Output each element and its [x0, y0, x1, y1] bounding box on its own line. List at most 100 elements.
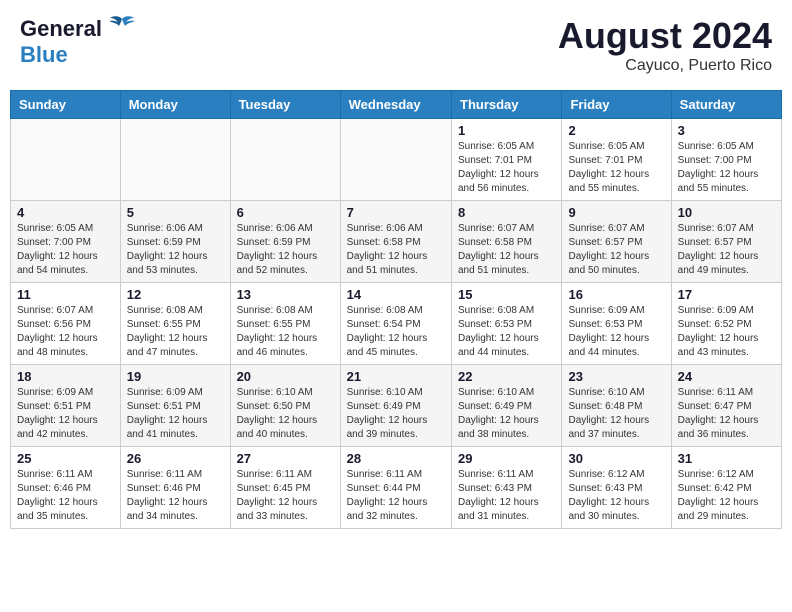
day-info: Sunrise: 6:05 AM Sunset: 7:00 PM Dayligh…	[678, 140, 775, 196]
day-info: Sunrise: 6:11 AM Sunset: 6:45 PM Dayligh…	[237, 468, 334, 524]
day-number: 20	[237, 369, 334, 384]
day-number: 7	[347, 205, 445, 220]
day-info: Sunrise: 6:11 AM Sunset: 6:43 PM Dayligh…	[458, 468, 555, 524]
day-number: 12	[127, 287, 224, 302]
day-info: Sunrise: 6:09 AM Sunset: 6:52 PM Dayligh…	[678, 304, 775, 360]
calendar-cell: 10Sunrise: 6:07 AM Sunset: 6:57 PM Dayli…	[671, 201, 781, 283]
day-number: 1	[458, 123, 555, 138]
calendar-cell: 6 Sunrise: 6:06 AM Sunset: 6:59 PM Daylig…	[230, 201, 340, 283]
logo: General Blue	[20, 15, 136, 68]
calendar-cell: 27 Sunrise: 6:11 AM Sunset: 6:45 PM Dayli…	[230, 447, 340, 529]
day-info: Sunrise: 6:11 AM Sunset: 6:46 PM Dayligh…	[17, 468, 114, 524]
day-info: Sunrise: 6:05 AM Sunset: 7:00 PM Dayligh…	[17, 222, 114, 278]
calendar-cell: 8 Sunrise: 6:07 AM Sunset: 6:58 PM Daylig…	[452, 201, 562, 283]
logo-blue-text: Blue	[20, 42, 68, 68]
calendar-cell: 29 Sunrise: 6:11 AM Sunset: 6:43 PM Dayli…	[452, 447, 562, 529]
weekday-header: Thursday	[452, 91, 562, 119]
day-number: 14	[347, 287, 445, 302]
weekday-header: Tuesday	[230, 91, 340, 119]
day-number: 26	[127, 451, 224, 466]
day-number: 29	[458, 451, 555, 466]
calendar-cell: 24 Sunrise: 6:11 AM Sunset: 6:47 PM Dayli…	[671, 365, 781, 447]
day-number: 13	[237, 287, 334, 302]
day-number: 4	[17, 205, 114, 220]
weekday-header: Saturday	[671, 91, 781, 119]
day-number: 5	[127, 205, 224, 220]
calendar-cell: 5 Sunrise: 6:06 AM Sunset: 6:59 PM Daylig…	[120, 201, 230, 283]
day-info: Sunrise: 6:10 AM Sunset: 6:48 PM Dayligh…	[568, 386, 664, 442]
day-info: Sunrise: 6:08 AM Sunset: 6:55 PM Dayligh…	[127, 304, 224, 360]
day-info: Sunrise: 6:09 AM Sunset: 6:53 PM Dayligh…	[568, 304, 664, 360]
calendar-cell: 14 Sunrise: 6:08 AM Sunset: 6:54 PM Dayli…	[340, 283, 451, 365]
day-info: Sunrise: 6:11 AM Sunset: 6:46 PM Dayligh…	[127, 468, 224, 524]
logo-bird-icon	[108, 15, 136, 42]
calendar-cell: 13 Sunrise: 6:08 AM Sunset: 6:55 PM Dayli…	[230, 283, 340, 365]
day-number: 21	[347, 369, 445, 384]
day-number: 28	[347, 451, 445, 466]
calendar-cell: 21 Sunrise: 6:10 AM Sunset: 6:49 PM Dayli…	[340, 365, 451, 447]
day-number: 15	[458, 287, 555, 302]
calendar-cell: 16 Sunrise: 6:09 AM Sunset: 6:53 PM Dayli…	[562, 283, 671, 365]
day-info: Sunrise: 6:12 AM Sunset: 6:42 PM Dayligh…	[678, 468, 775, 524]
calendar-cell: 30 Sunrise: 6:12 AM Sunset: 6:43 PM Dayli…	[562, 447, 671, 529]
main-title: August 2024	[558, 15, 772, 57]
title-area: August 2024 Cayuco, Puerto Rico	[558, 15, 772, 75]
day-number: 8	[458, 205, 555, 220]
calendar-cell: 18 Sunrise: 6:09 AM Sunset: 6:51 PM Dayli…	[11, 365, 121, 447]
calendar-cell: 2 Sunrise: 6:05 AM Sunset: 7:01 PM Daylig…	[562, 119, 671, 201]
calendar-cell: 19 Sunrise: 6:09 AM Sunset: 6:51 PM Dayli…	[120, 365, 230, 447]
day-info: Sunrise: 6:10 AM Sunset: 6:49 PM Dayligh…	[347, 386, 445, 442]
calendar-cell: 25 Sunrise: 6:11 AM Sunset: 6:46 PM Dayli…	[11, 447, 121, 529]
day-info: Sunrise: 6:06 AM Sunset: 6:59 PM Dayligh…	[127, 222, 224, 278]
day-info: Sunrise: 6:10 AM Sunset: 6:49 PM Dayligh…	[458, 386, 555, 442]
weekday-header: Friday	[562, 91, 671, 119]
day-info: Sunrise: 6:08 AM Sunset: 6:55 PM Dayligh…	[237, 304, 334, 360]
day-info: Sunrise: 6:07 AM Sunset: 6:57 PM Dayligh…	[678, 222, 775, 278]
day-info: Sunrise: 6:06 AM Sunset: 6:58 PM Dayligh…	[347, 222, 445, 278]
day-number: 11	[17, 287, 114, 302]
day-number: 24	[678, 369, 775, 384]
calendar-cell: 4 Sunrise: 6:05 AM Sunset: 7:00 PM Daylig…	[11, 201, 121, 283]
subtitle: Cayuco, Puerto Rico	[558, 57, 772, 75]
day-info: Sunrise: 6:11 AM Sunset: 6:44 PM Dayligh…	[347, 468, 445, 524]
day-info: Sunrise: 6:09 AM Sunset: 6:51 PM Dayligh…	[127, 386, 224, 442]
day-info: Sunrise: 6:05 AM Sunset: 7:01 PM Dayligh…	[458, 140, 555, 196]
calendar-cell: 22Sunrise: 6:10 AM Sunset: 6:49 PM Dayli…	[452, 365, 562, 447]
calendar-cell: 12 Sunrise: 6:08 AM Sunset: 6:55 PM Dayli…	[120, 283, 230, 365]
calendar-cell	[120, 119, 230, 201]
day-info: Sunrise: 6:08 AM Sunset: 6:54 PM Dayligh…	[347, 304, 445, 360]
day-info: Sunrise: 6:07 AM Sunset: 6:57 PM Dayligh…	[568, 222, 664, 278]
day-number: 25	[17, 451, 114, 466]
day-number: 16	[568, 287, 664, 302]
calendar-cell: 31Sunrise: 6:12 AM Sunset: 6:42 PM Dayli…	[671, 447, 781, 529]
day-info: Sunrise: 6:09 AM Sunset: 6:51 PM Dayligh…	[17, 386, 114, 442]
day-number: 18	[17, 369, 114, 384]
calendar-cell: 28 Sunrise: 6:11 AM Sunset: 6:44 PM Dayli…	[340, 447, 451, 529]
day-number: 27	[237, 451, 334, 466]
day-info: Sunrise: 6:06 AM Sunset: 6:59 PM Dayligh…	[237, 222, 334, 278]
calendar-cell: 7 Sunrise: 6:06 AM Sunset: 6:58 PM Daylig…	[340, 201, 451, 283]
day-info: Sunrise: 6:08 AM Sunset: 6:53 PM Dayligh…	[458, 304, 555, 360]
calendar-cell: 15 Sunrise: 6:08 AM Sunset: 6:53 PM Dayli…	[452, 283, 562, 365]
day-number: 9	[568, 205, 664, 220]
day-number: 30	[568, 451, 664, 466]
weekday-header: Sunday	[11, 91, 121, 119]
day-number: 17	[678, 287, 775, 302]
day-info: Sunrise: 6:12 AM Sunset: 6:43 PM Dayligh…	[568, 468, 664, 524]
day-number: 6	[237, 205, 334, 220]
day-info: Sunrise: 6:05 AM Sunset: 7:01 PM Dayligh…	[568, 140, 664, 196]
day-number: 2	[568, 123, 664, 138]
logo-general-text: General	[20, 16, 102, 42]
day-info: Sunrise: 6:10 AM Sunset: 6:50 PM Dayligh…	[237, 386, 334, 442]
day-number: 23	[568, 369, 664, 384]
day-info: Sunrise: 6:11 AM Sunset: 6:47 PM Dayligh…	[678, 386, 775, 442]
page-header: General Blue August 2024 Cayuco, Puerto …	[10, 10, 782, 80]
day-number: 3	[678, 123, 775, 138]
calendar-cell: 9 Sunrise: 6:07 AM Sunset: 6:57 PM Daylig…	[562, 201, 671, 283]
day-info: Sunrise: 6:07 AM Sunset: 6:58 PM Dayligh…	[458, 222, 555, 278]
day-number: 19	[127, 369, 224, 384]
weekday-header: Monday	[120, 91, 230, 119]
weekday-header: Wednesday	[340, 91, 451, 119]
calendar-cell: 23 Sunrise: 6:10 AM Sunset: 6:48 PM Dayli…	[562, 365, 671, 447]
calendar-table: SundayMondayTuesdayWednesdayThursdayFrid…	[10, 90, 782, 529]
